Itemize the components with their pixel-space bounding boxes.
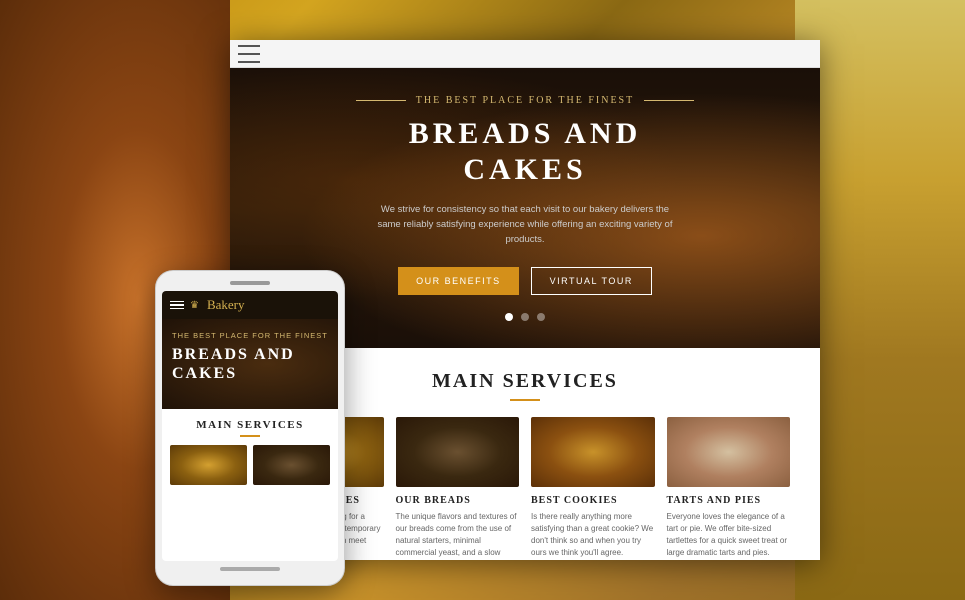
best-cookies-desc: Is there really anything more satisfying… [531,511,655,559]
menu-icon-button[interactable] [238,45,260,63]
our-breads-desc: The unique flavors and textures of our b… [396,511,520,560]
phone-menu-icon[interactable] [170,301,184,310]
wheat-right-bg [795,0,965,600]
phone-service-img-1 [170,445,247,485]
phone-logo-text: Bakery [207,297,245,313]
best-cookies-name: BEST COOKIES [531,495,655,506]
dot-1[interactable] [505,313,513,321]
phone-services-title: MAIN SERVICES [170,419,330,431]
phone-hero-title: BREADS ANDCAKES [172,345,328,383]
service-best-cookies: BEST COOKIES Is there really anything mo… [531,417,655,560]
our-breads-image [396,417,520,487]
phone-service-img-2 [253,445,330,485]
our-benefits-button[interactable]: OUR BENEFITS [398,267,519,295]
services-divider [510,399,540,401]
browser-toolbar [230,40,820,68]
best-cookies-image [531,417,655,487]
hero-description: We strive for consistency so that each v… [375,202,675,248]
phone-home-indicator[interactable] [220,567,280,571]
virtual-tour-button[interactable]: VIRTUAL TOUR [531,267,652,295]
hero-carousel-dots [356,313,694,321]
hero-buttons: OUR BENEFITS VIRTUAL TOUR [356,267,694,295]
phone-navbar: ♛ Bakery [162,291,338,319]
service-tarts-pies: TARTS AND PIES Everyone loves the elegan… [667,417,791,560]
phone-body: ♛ Bakery THE BEST PLACE FOR THE FINEST B… [155,270,345,586]
phone-hero-subtitle: THE BEST PLACE FOR THE FINEST [172,331,328,340]
tarts-pies-desc: Everyone loves the elegance of a tart or… [667,511,791,559]
phone-mockup: ♛ Bakery THE BEST PLACE FOR THE FINEST B… [155,270,345,586]
phone-services-divider [240,435,260,437]
dot-3[interactable] [537,313,545,321]
hero-content: THE BEST PLACE FOR THE FINEST BREADS AND… [336,75,714,342]
dot-2[interactable] [521,313,529,321]
tarts-pies-image [667,417,791,487]
hero-title: BREADS ANDCAKES [356,116,694,188]
phone-screen: ♛ Bakery THE BEST PLACE FOR THE FINEST B… [162,291,338,561]
phone-services-section: MAIN SERVICES [162,409,338,495]
tarts-pies-name: TARTS AND PIES [667,495,791,506]
hero-subtitle: THE BEST PLACE FOR THE FINEST [356,95,694,106]
phone-services-grid [170,445,330,485]
phone-speaker [230,281,270,285]
service-our-breads: OUR BREADS The unique flavors and textur… [396,417,520,560]
our-breads-name: OUR BREADS [396,495,520,506]
phone-hero-section: THE BEST PLACE FOR THE FINEST BREADS AND… [162,319,338,409]
phone-logo-crown-icon: ♛ [190,300,199,311]
